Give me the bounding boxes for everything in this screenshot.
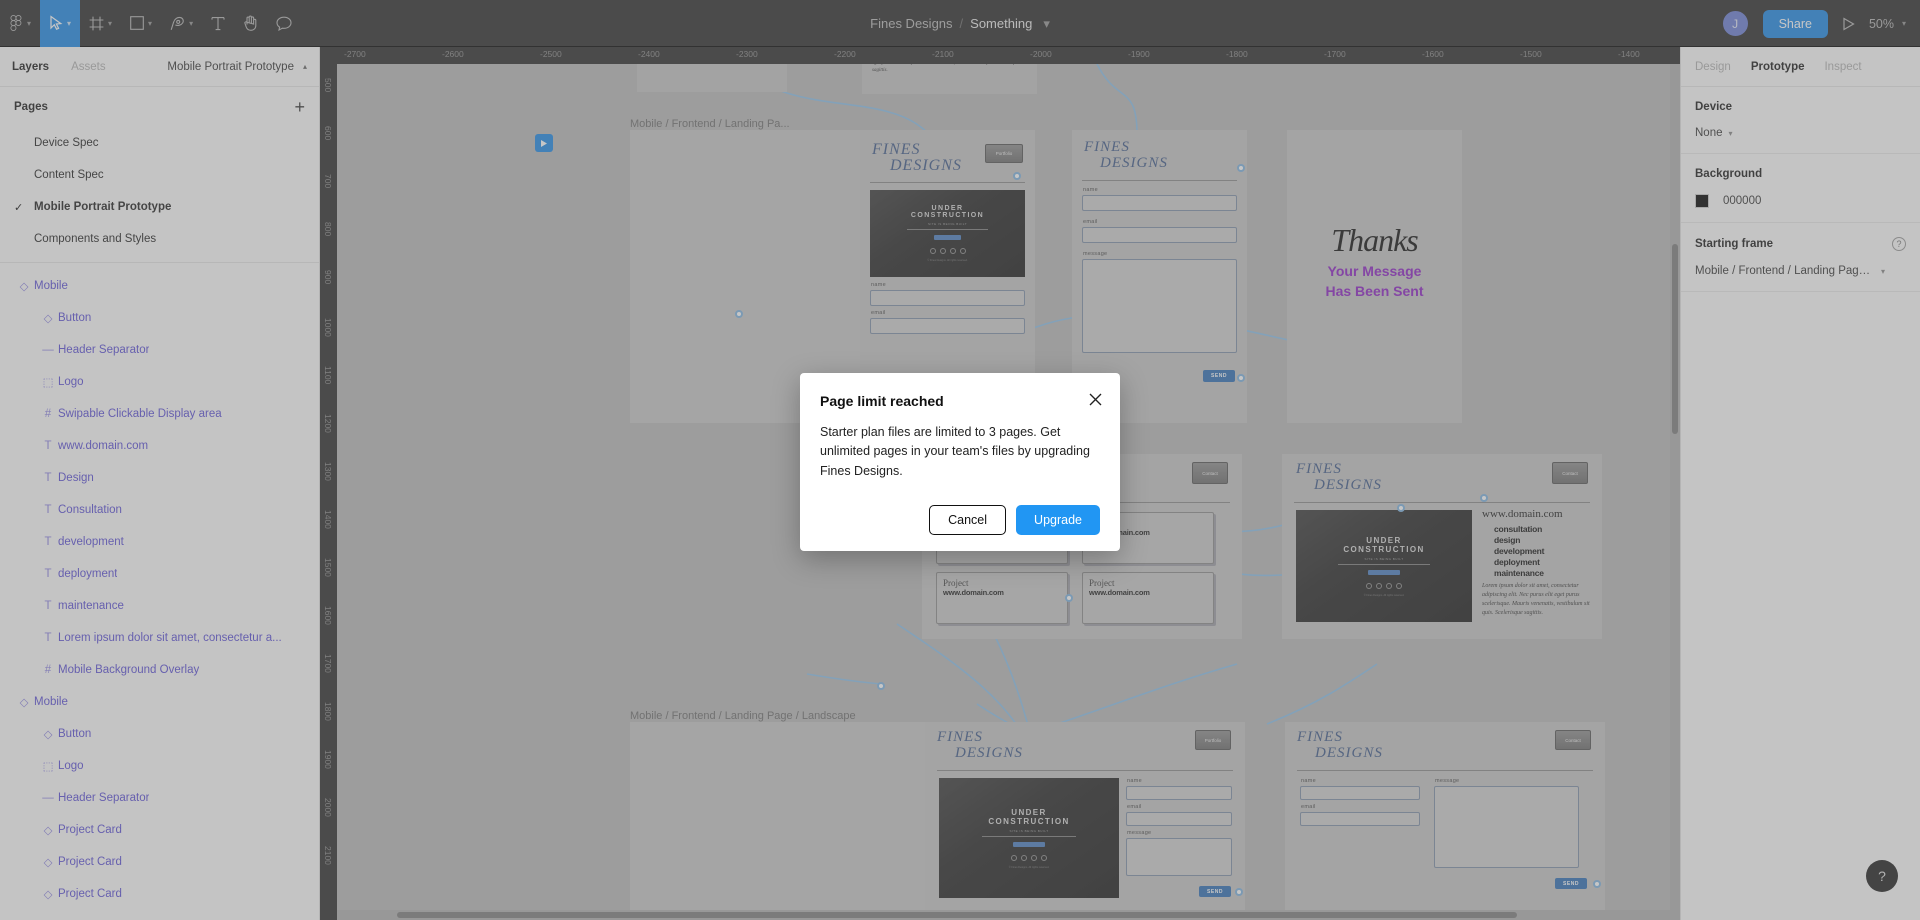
modal-body-text: Starter plan files are limited to 3 page… — [820, 425, 1090, 478]
modal-title: Page limit reached — [820, 393, 944, 409]
cancel-button[interactable]: Cancel — [929, 505, 1007, 536]
close-icon[interactable] — [1086, 390, 1104, 408]
upgrade-button[interactable]: Upgrade — [1016, 505, 1100, 536]
page-limit-modal: Page limit reached Starter plan files ar… — [800, 373, 1120, 552]
modal-actions: Cancel Upgrade — [820, 505, 1100, 536]
